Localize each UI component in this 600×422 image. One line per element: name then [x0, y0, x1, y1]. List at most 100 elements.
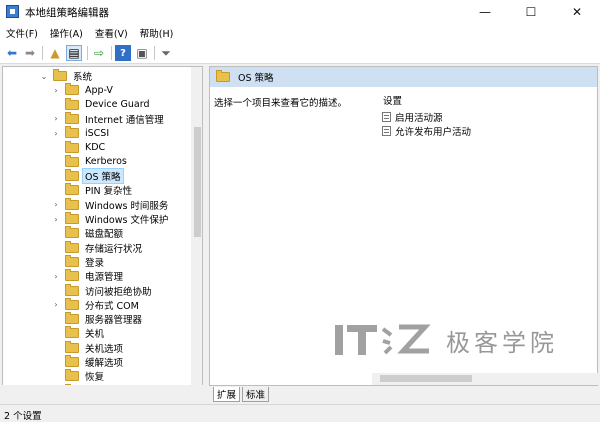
help-icon[interactable]: ? — [115, 45, 131, 61]
filter-icon[interactable]: ⏷ — [158, 45, 174, 61]
folder-icon — [65, 355, 79, 367]
up-folder-icon[interactable]: ▲ — [47, 45, 63, 61]
tree-item-label: OS 策略 — [82, 168, 124, 185]
tree-item-label: Windows 文件保护 — [85, 215, 169, 226]
tree-item-label: 登录 — [85, 257, 105, 269]
folder-icon — [53, 69, 67, 81]
tree-item-label: 访问被拒绝协助 — [85, 286, 152, 298]
settings-column-header[interactable]: 设置 — [383, 93, 402, 107]
tree-item[interactable]: › Internet 通信管理 — [51, 111, 166, 126]
back-arrow-icon[interactable]: ⬅ — [4, 45, 20, 61]
watermark-logo — [335, 324, 431, 355]
folder-icon — [216, 70, 230, 82]
policy-setting-icon — [382, 112, 391, 122]
folder-icon — [65, 297, 79, 310]
show-hide-tree-icon[interactable]: ▤ — [66, 45, 82, 61]
folder-icon — [65, 240, 79, 253]
tree-item[interactable]: › App-V — [51, 83, 115, 97]
folder-icon — [65, 369, 79, 382]
close-button[interactable]: ✕ — [554, 0, 600, 24]
forward-arrow-icon[interactable]: ➡ — [22, 45, 38, 61]
menu-action[interactable]: 操作(A) — [44, 26, 89, 40]
folder-icon — [65, 212, 79, 224]
tree-item-label: App-V — [85, 84, 113, 96]
tree-item[interactable]: › iSCSI — [51, 126, 111, 140]
tree-item[interactable]: › Windows 文件保护 — [51, 212, 170, 226]
tree-item[interactable]: ⌄ 系统 — [39, 69, 94, 83]
folder-icon — [65, 183, 79, 196]
tree-item[interactable]: 缓解选项 — [51, 355, 125, 369]
tree-item[interactable]: Kerberos — [51, 154, 129, 169]
tree-item[interactable]: › 分布式 COM — [51, 297, 141, 312]
folder-icon — [65, 340, 79, 353]
maximize-button[interactable]: ☐ — [508, 0, 554, 24]
tree-item-label: 磁盘配额 — [85, 229, 124, 241]
chevron-right-icon[interactable]: › — [51, 86, 61, 95]
chevron-right-icon[interactable]: › — [51, 215, 61, 224]
toolbar-separator — [87, 46, 88, 60]
tree-item-label: 关机 — [85, 329, 105, 341]
description-text: 选择一个项目来查看它的描述。 — [214, 98, 348, 109]
tree-item[interactable]: › 电源管理 — [51, 269, 125, 283]
setting-row[interactable]: 启用活动源 — [382, 110, 443, 124]
tree-item[interactable]: 访问被拒绝协助 — [51, 283, 154, 298]
tree-item[interactable]: 关机 — [51, 326, 106, 340]
minimize-button[interactable]: — — [462, 0, 508, 24]
app-icon — [6, 5, 19, 18]
window-title: 本地组策略编辑器 — [25, 7, 109, 19]
tree-item[interactable]: 登录 — [51, 254, 106, 269]
tree-item[interactable]: 恢复 — [51, 369, 106, 383]
menu-bar: 文件(F) 操作(A) 查看(V) 帮助(H) — [0, 24, 600, 42]
setting-row[interactable]: 允许发布用户活动 — [382, 124, 471, 138]
tree-item-label: 缓解选项 — [85, 358, 124, 369]
tree-item[interactable]: KDC — [51, 140, 107, 155]
folder-icon — [65, 154, 79, 167]
properties-icon[interactable]: ▣ — [134, 45, 150, 61]
folder-icon — [65, 97, 79, 110]
tree-scroll-thumb[interactable] — [194, 127, 201, 237]
folder-icon — [65, 111, 79, 124]
menu-file[interactable]: 文件(F) — [0, 26, 44, 40]
export-list-icon[interactable]: ⇨ — [91, 45, 107, 61]
chevron-down-icon[interactable]: ⌄ — [39, 72, 49, 81]
tree-item-label: 恢复 — [85, 372, 105, 384]
toolbar-separator — [42, 46, 43, 60]
tree-horizontal-scrollbar[interactable] — [2, 385, 203, 397]
tree-pane[interactable]: ⌄ 系统 › App-V Device Guard › Internet 通信管理 › iSCS… — [2, 66, 203, 386]
tab-extended[interactable]: 扩展 — [213, 387, 241, 402]
details-header-title: OS 策略 — [238, 73, 274, 84]
details-scroll-thumb[interactable] — [380, 375, 472, 382]
tree-item[interactable]: OS 策略 — [51, 168, 124, 185]
folder-icon — [65, 226, 79, 239]
toolbar: ⬅ ➡ ▲ ▤ ⇨ ? ▣ ⏷ — [0, 42, 600, 64]
tree-item[interactable]: 磁盘配额 — [51, 226, 125, 240]
tree-item-label: 系统 — [73, 72, 93, 83]
tree-item-label: 服务器管理器 — [85, 315, 143, 327]
tree-item-label: 分布式 COM — [85, 300, 139, 312]
tab-standard[interactable]: 标准 — [242, 387, 270, 402]
folder-icon — [65, 126, 79, 139]
folder-icon — [65, 312, 79, 325]
folder-icon — [65, 83, 79, 96]
tree-item-label: PIN 复杂性 — [85, 186, 133, 198]
chevron-right-icon[interactable]: › — [51, 272, 61, 281]
tree-item-label: Device Guard — [85, 99, 150, 111]
tree-item-label: Kerberos — [85, 156, 127, 168]
menu-view[interactable]: 查看(V) — [89, 26, 134, 40]
tree-item[interactable]: Device Guard — [51, 97, 151, 112]
menu-help[interactable]: 帮助(H) — [134, 26, 180, 40]
toolbar-separator — [111, 46, 112, 60]
watermark: 极客学院 — [333, 321, 558, 359]
tree-item[interactable]: 服务器管理器 — [51, 312, 144, 326]
chevron-right-icon[interactable]: › — [51, 129, 61, 138]
chevron-right-icon[interactable]: › — [51, 114, 61, 123]
chevron-right-icon[interactable]: › — [51, 200, 61, 209]
tree-item[interactable]: PIN 复杂性 — [51, 183, 134, 197]
tree-item[interactable]: 存储运行状况 — [51, 240, 144, 255]
tree-item[interactable]: 关机选项 — [51, 340, 125, 355]
folder-icon — [65, 326, 79, 339]
folder-icon — [65, 269, 79, 282]
chevron-right-icon[interactable]: › — [51, 300, 61, 309]
tree-item[interactable]: › Windows 时间服务 — [51, 197, 170, 212]
tree-item-label: 关机选项 — [85, 343, 124, 355]
